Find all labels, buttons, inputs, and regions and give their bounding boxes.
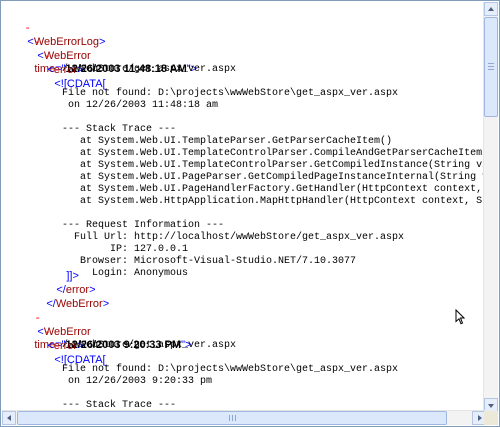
cdata-line: --- Stack Trace --- <box>62 124 177 135</box>
collapse-toggle-cdata-2[interactable]: - <box>54 341 61 353</box>
cdata-line: Browser: Microsoft-Visual-Studio.NET/7.1… <box>62 256 357 267</box>
horizontal-scrollbar[interactable] <box>2 410 486 425</box>
cdata-line: at System.Web.HttpApplication.MapHttpHan… <box>62 196 486 207</box>
cdata-line <box>62 112 486 124</box>
collapse-toggle-cdata-1[interactable]: - <box>54 65 61 77</box>
cdata-line: /wwWebStore/get_aspx_ver.aspx <box>62 64 237 75</box>
cdata-line: Full Url: http://localhost/wwWebStore/ge… <box>62 232 405 243</box>
scrollbar-corner <box>484 411 498 425</box>
cdata-line: at System.Web.UI.TemplateControlParser.G… <box>62 160 486 171</box>
scroll-left-button[interactable] <box>2 411 16 425</box>
vertical-scrollbar[interactable] <box>483 2 498 412</box>
arrow-right-icon <box>478 415 482 421</box>
weberror-node-1[interactable]: - <WebError time="12/26/2003 11:48:18 AM… <box>16 23 197 75</box>
cdata-line: at System.Web.UI.TemplateParser.GetParse… <box>62 136 393 147</box>
cdata-line: at System.Web.UI.PageHandlerFactory.GetH… <box>62 184 486 195</box>
error-node-2[interactable]: - <error> <box>26 313 83 352</box>
xml-viewer-window: - <WebErrorLog> - <WebError time="12/26/… <box>0 0 500 427</box>
cdata-line: IP: 127.0.0.1 <box>62 244 189 255</box>
cdata-line: on 12/26/2003 9:20:33 pm <box>62 376 213 387</box>
error-close-1: </error> <box>56 284 96 296</box>
cdata-line <box>62 352 486 364</box>
cdata-node-1[interactable]: - <![CDATA[ <box>36 51 105 90</box>
cdata-text-2: /wwWebStore/get_aspx_ver.aspx File not fo… <box>62 340 486 412</box>
xml-content-area: - <WebErrorLog> - <WebError time="12/26/… <box>2 2 486 412</box>
cdata-line <box>62 208 486 220</box>
cdata-line: Login: Anonymous <box>62 268 189 279</box>
cdata-line: at System.Web.UI.TemplateControlParser.C… <box>62 148 486 159</box>
cdata-line: /wwWebStore/get_aspx_ver.aspx <box>62 340 237 351</box>
arrow-down-icon <box>488 404 494 408</box>
cdata-line: --- Request Information --- <box>62 220 225 231</box>
scroll-up-button[interactable] <box>484 2 498 16</box>
horizontal-scroll-thumb[interactable] <box>17 411 447 425</box>
error-node-1[interactable]: - <error> <box>26 37 83 76</box>
cdata-line: on 12/26/2003 11:48:18 am <box>62 100 219 111</box>
cdata-line: File not found: D:\projects\wwWebStore\g… <box>62 88 399 99</box>
cdata-text-1: /wwWebStore/get_aspx_ver.aspx File not fo… <box>62 64 486 280</box>
cdata-line <box>62 76 486 88</box>
weberror-node-2[interactable]: - <WebError time="12/26/2003 9:20:33 PM"… <box>16 299 191 351</box>
arrow-left-icon <box>7 415 11 421</box>
cdata-line <box>62 388 486 400</box>
vertical-scroll-thumb[interactable] <box>484 17 498 117</box>
cdata-close-1: ]]> <box>66 270 79 282</box>
i-beam-cursor-icon <box>455 309 465 325</box>
cdata-node-2[interactable]: - <![CDATA[ <box>36 327 105 366</box>
cdata-line: File not found: D:\projects\wwWebStore\g… <box>62 364 399 375</box>
scroll-down-button[interactable] <box>484 398 498 412</box>
weberror-close-1: </WebError> <box>46 298 110 310</box>
root-node[interactable]: - <WebErrorLog> <box>6 9 105 48</box>
cdata-line: at System.Web.UI.PageParser.GetCompiledP… <box>62 172 486 183</box>
arrow-up-icon <box>488 7 494 11</box>
